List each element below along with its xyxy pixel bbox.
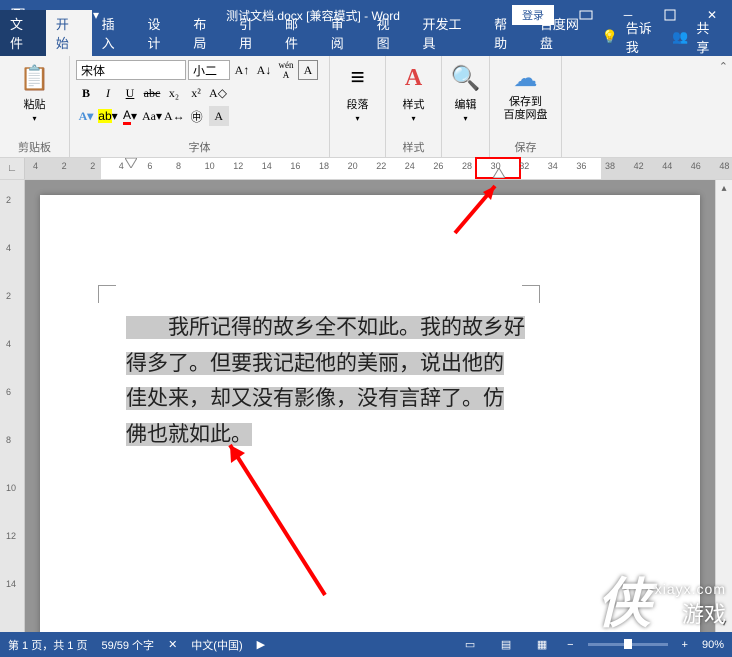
group-styles: 样式 [392, 137, 435, 155]
paragraph-label: 段落 [347, 96, 369, 112]
tab-baidu[interactable]: 百度网盘 [530, 10, 602, 56]
document-area: 242468101214 我所记得的故乡全不如此。我的故乡好 得多了。但要我记起… [0, 180, 732, 632]
underline-button[interactable]: U [120, 83, 140, 103]
ruler-corner[interactable]: ∟ [0, 158, 25, 179]
scroll-down-icon[interactable]: ▾ [716, 615, 732, 632]
clipboard-icon: 📋 [19, 62, 51, 94]
page-count[interactable]: 第 1 页，共 1 页 [8, 637, 87, 653]
grow-font-icon[interactable]: A↑ [232, 60, 252, 80]
strike-button[interactable]: abc [142, 83, 162, 103]
horizontal-ruler[interactable]: ∟ 42246810121416182022242628303234363842… [0, 158, 732, 180]
group-font: 字体 [76, 137, 323, 155]
text-line[interactable]: 我所记得的故乡全不如此。我的故乡好 [126, 316, 525, 339]
text-effects-icon[interactable]: A▾ [76, 106, 96, 126]
tab-layout[interactable]: 布局 [183, 10, 229, 56]
zoom-out-button[interactable]: − [567, 639, 573, 651]
styles-label: 样式 [403, 96, 425, 112]
group-clipboard: 剪贴板 [6, 137, 63, 155]
superscript-button[interactable]: x² [186, 83, 206, 103]
tab-file[interactable]: 文件 [0, 10, 46, 56]
save-baidu-label: 保存到 百度网盘 [504, 96, 548, 122]
editing-button[interactable]: 🔍 编辑 ▾ [448, 60, 483, 125]
text-line[interactable]: 得多了。但要我记起他的美丽，说出他的 [126, 352, 504, 375]
language[interactable]: 中文(中国) [191, 637, 242, 653]
macro-icon[interactable]: ▶ [257, 638, 265, 651]
save-baidu-button[interactable]: ☁ 保存到 百度网盘 [496, 60, 555, 124]
paragraph-button[interactable]: ≡ 段落 ▾ [336, 60, 379, 125]
char-shading-icon[interactable]: A [209, 106, 229, 126]
styles-icon: A [398, 62, 430, 94]
vertical-ruler[interactable]: 242468101214 [0, 180, 25, 632]
collapse-ribbon-icon[interactable]: ⌃ [719, 60, 728, 73]
font-name-select[interactable] [76, 60, 186, 80]
tab-dev[interactable]: 开发工具 [412, 10, 484, 56]
tab-mail[interactable]: 邮件 [275, 10, 321, 56]
zoom-value[interactable]: 90% [702, 639, 724, 651]
tab-design[interactable]: 设计 [137, 10, 183, 56]
web-layout-icon[interactable]: ▦ [531, 636, 553, 654]
text-line[interactable]: 佛也就如此。 [126, 423, 252, 446]
group-save: 保存 [496, 137, 555, 155]
tellme-icon[interactable]: 💡 [602, 29, 618, 45]
change-case-icon[interactable]: Aa▾ [142, 106, 162, 126]
find-icon: 🔍 [450, 62, 482, 94]
tab-insert[interactable]: 插入 [92, 10, 138, 56]
tab-view[interactable]: 视图 [367, 10, 413, 56]
word-count[interactable]: 59/59 个字 [101, 637, 154, 653]
font-size-select[interactable] [188, 60, 230, 80]
paragraph-icon: ≡ [342, 62, 374, 94]
tellme-label[interactable]: 告诉我 [626, 18, 664, 56]
editing-label: 编辑 [455, 96, 477, 112]
scroll-up-icon[interactable]: ▴ [716, 180, 732, 197]
zoom-slider[interactable] [588, 643, 668, 646]
print-layout-icon[interactable]: ▤ [495, 636, 517, 654]
clear-format-icon[interactable]: A◇ [208, 83, 228, 103]
ribbon: 📋 粘贴 ▾ 剪贴板 A↑ A↓ wénA A B I U abc x₂ x² [0, 56, 732, 158]
enclose-icon[interactable]: ㊥ [187, 106, 207, 126]
font-color-icon[interactable]: A▾ [120, 106, 140, 126]
margin-corner [522, 285, 540, 303]
shrink-font-icon[interactable]: A↓ [254, 60, 274, 80]
highlight-icon[interactable]: ab▾ [98, 106, 118, 126]
spellcheck-icon[interactable]: ✕ [168, 638, 177, 651]
tab-references[interactable]: 引用 [229, 10, 275, 56]
tab-help[interactable]: 帮助 [484, 10, 530, 56]
italic-button[interactable]: I [98, 83, 118, 103]
group-paragraph [336, 141, 379, 155]
phonetic-icon[interactable]: wénA [276, 60, 296, 80]
zoom-in-button[interactable]: + [682, 639, 688, 651]
paste-label: 粘贴 [24, 96, 46, 112]
ribbon-tabs: 文件 开始 插入 设计 布局 引用 邮件 审阅 视图 开发工具 帮助 百度网盘 … [0, 30, 732, 56]
bold-button[interactable]: B [76, 83, 96, 103]
read-mode-icon[interactable]: ▭ [459, 636, 481, 654]
statusbar: 第 1 页，共 1 页 59/59 个字 ✕ 中文(中国) ▶ ▭ ▤ ▦ − … [0, 632, 732, 657]
share-icon[interactable]: 👥 [672, 29, 688, 45]
document-body[interactable]: 我所记得的故乡全不如此。我的故乡好 得多了。但要我记起他的美丽，说出他的 佳处来… [126, 310, 526, 453]
page[interactable]: 我所记得的故乡全不如此。我的故乡好 得多了。但要我记起他的美丽，说出他的 佳处来… [40, 195, 700, 632]
subscript-button[interactable]: x₂ [164, 83, 184, 103]
share-label[interactable]: 共享 [696, 18, 722, 56]
tab-home[interactable]: 开始 [46, 10, 92, 56]
char-border-icon[interactable]: A [298, 60, 318, 80]
margin-corner [98, 285, 116, 303]
cloud-icon: ☁ [510, 62, 542, 94]
first-line-indent-icon[interactable] [125, 158, 137, 168]
char-width-icon[interactable]: A↔ [164, 106, 185, 126]
text-line[interactable]: 佳处来，却又没有影像，没有言辞了。仿 [126, 387, 504, 410]
vertical-scrollbar[interactable]: ▴ ▾ [715, 180, 732, 632]
tab-review[interactable]: 审阅 [321, 10, 367, 56]
styles-button[interactable]: A 样式 ▾ [392, 60, 435, 125]
paste-button[interactable]: 📋 粘贴 ▾ [6, 60, 63, 125]
